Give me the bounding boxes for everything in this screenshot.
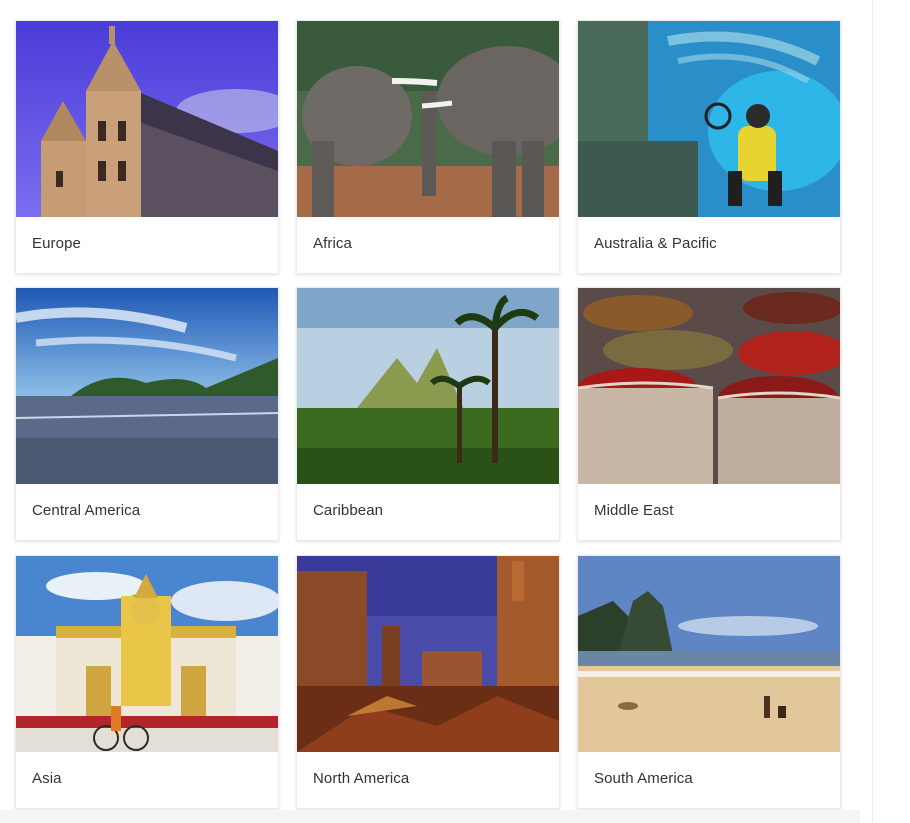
destination-label: Middle East [594, 502, 674, 519]
destination-label: Australia & Pacific [594, 235, 717, 252]
destination-card-europe[interactable]: Europe [15, 20, 279, 274]
australia-diver-image [578, 21, 840, 217]
destination-card-north-america[interactable]: North America [296, 555, 560, 809]
destination-card-australia-pacific[interactable]: Australia & Pacific [577, 20, 841, 274]
right-divider [872, 0, 873, 823]
destination-label: Africa [313, 235, 352, 252]
destination-label: Caribbean [313, 502, 384, 519]
middle-east-spices-image [578, 288, 840, 484]
destination-card-asia[interactable]: Asia [15, 555, 279, 809]
destination-card-africa[interactable]: Africa [296, 20, 560, 274]
bottom-edge [0, 810, 860, 823]
destination-card-central-america[interactable]: Central America [15, 287, 279, 541]
south-america-beach-image [578, 556, 840, 752]
central-america-beach-image [16, 288, 278, 484]
africa-elephants-image [297, 21, 559, 217]
destination-label: Asia [32, 770, 62, 787]
destination-label: South America [594, 770, 693, 787]
asia-temple-image [16, 556, 278, 752]
destination-card-middle-east[interactable]: Middle East [577, 287, 841, 541]
north-america-canyon-image [297, 556, 559, 752]
europe-cathedral-image [16, 21, 278, 217]
destination-card-caribbean[interactable]: Caribbean [296, 287, 560, 541]
destination-label: Europe [32, 235, 81, 252]
caribbean-palms-image [297, 288, 559, 484]
destination-label: North America [313, 770, 410, 787]
destination-card-south-america[interactable]: South America [577, 555, 841, 809]
destination-label: Central America [32, 502, 141, 519]
